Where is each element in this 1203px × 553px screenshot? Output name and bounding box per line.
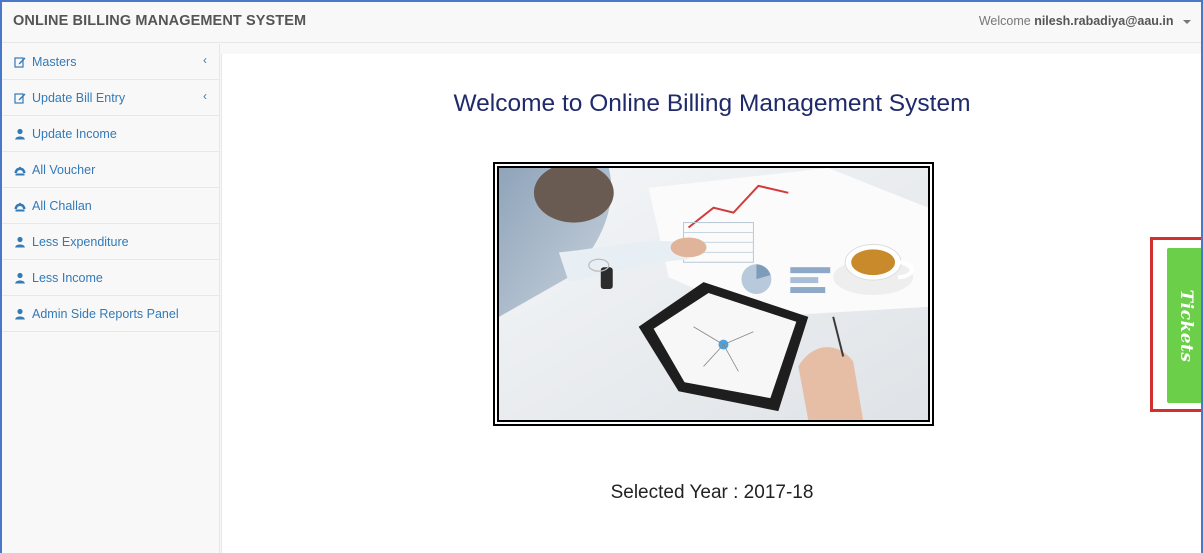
user-icon [14,128,26,140]
sidebar-item-all-challan[interactable]: All Challan [2,188,219,224]
chevron-left-icon: ‹ [203,53,207,67]
sidebar-item-label: All Challan [32,198,92,213]
sidebar-item-label: Less Expenditure [32,234,129,249]
business-desk-illustration [499,168,928,420]
sidebar-item-label: Update Income [32,126,117,141]
sidebar-item-label: Masters [32,54,77,69]
sidebar-item-admin-side-reports-panel[interactable]: Admin Side Reports Panel [2,296,219,332]
edit-icon [14,56,26,68]
sidebar-item-label: Update Bill Entry [32,90,126,105]
selected-year-label: Selected Year : 2017-18 [610,482,814,503]
sidebar-item-all-voucher[interactable]: All Voucher [2,152,219,188]
app-title[interactable]: ONLINE BILLING MANAGEMENT SYSTEM [13,13,306,29]
hero-image-inner [497,166,930,422]
user-icon [14,236,26,248]
tickets-label: Tickets [1176,289,1196,362]
chevron-left-icon: ‹ [203,89,207,103]
welcome-text: Welcome [978,14,1031,28]
page-title: Welcome to Online Billing Management Sys… [453,90,971,117]
hero-image [493,162,934,426]
user-menu-dropdown[interactable]: Welcome nilesh.rabadiya@aau.in [979,14,1191,28]
browser-frame: ONLINE BILLING MANAGEMENT SYSTEM Welcome… [0,0,1203,553]
user-icon [14,308,26,320]
username: nilesh.rabadiya@aau.in [1034,14,1174,28]
sidebar-item-update-income[interactable]: Update Income [2,116,219,152]
sidebar-item-label: Admin Side Reports Panel [32,306,179,321]
dashboard-icon [14,200,26,212]
sidebar-item-label: All Voucher [32,162,96,177]
tickets-highlight-box: Tickets [1150,237,1201,412]
main-content: Welcome to Online Billing Management Sys… [221,54,1201,553]
caret-down-icon [1183,19,1191,24]
sidebar-item-less-income[interactable]: Less Income [2,260,219,296]
sidebar-item-less-expenditure[interactable]: Less Expenditure [2,224,219,260]
top-navbar: ONLINE BILLING MANAGEMENT SYSTEM Welcome… [2,2,1201,43]
tickets-tab-button[interactable]: Tickets [1167,248,1201,403]
sidebar-item-masters[interactable]: Masters ‹ [2,44,219,80]
edit-icon [14,92,26,104]
user-icon [14,272,26,284]
sidebar-item-label: Less Income [32,270,103,285]
sidebar: Masters ‹ Update Bill Entry ‹ Update Inc… [2,44,220,553]
dashboard-icon [14,164,26,176]
sidebar-item-update-bill-entry[interactable]: Update Bill Entry ‹ [2,80,219,116]
